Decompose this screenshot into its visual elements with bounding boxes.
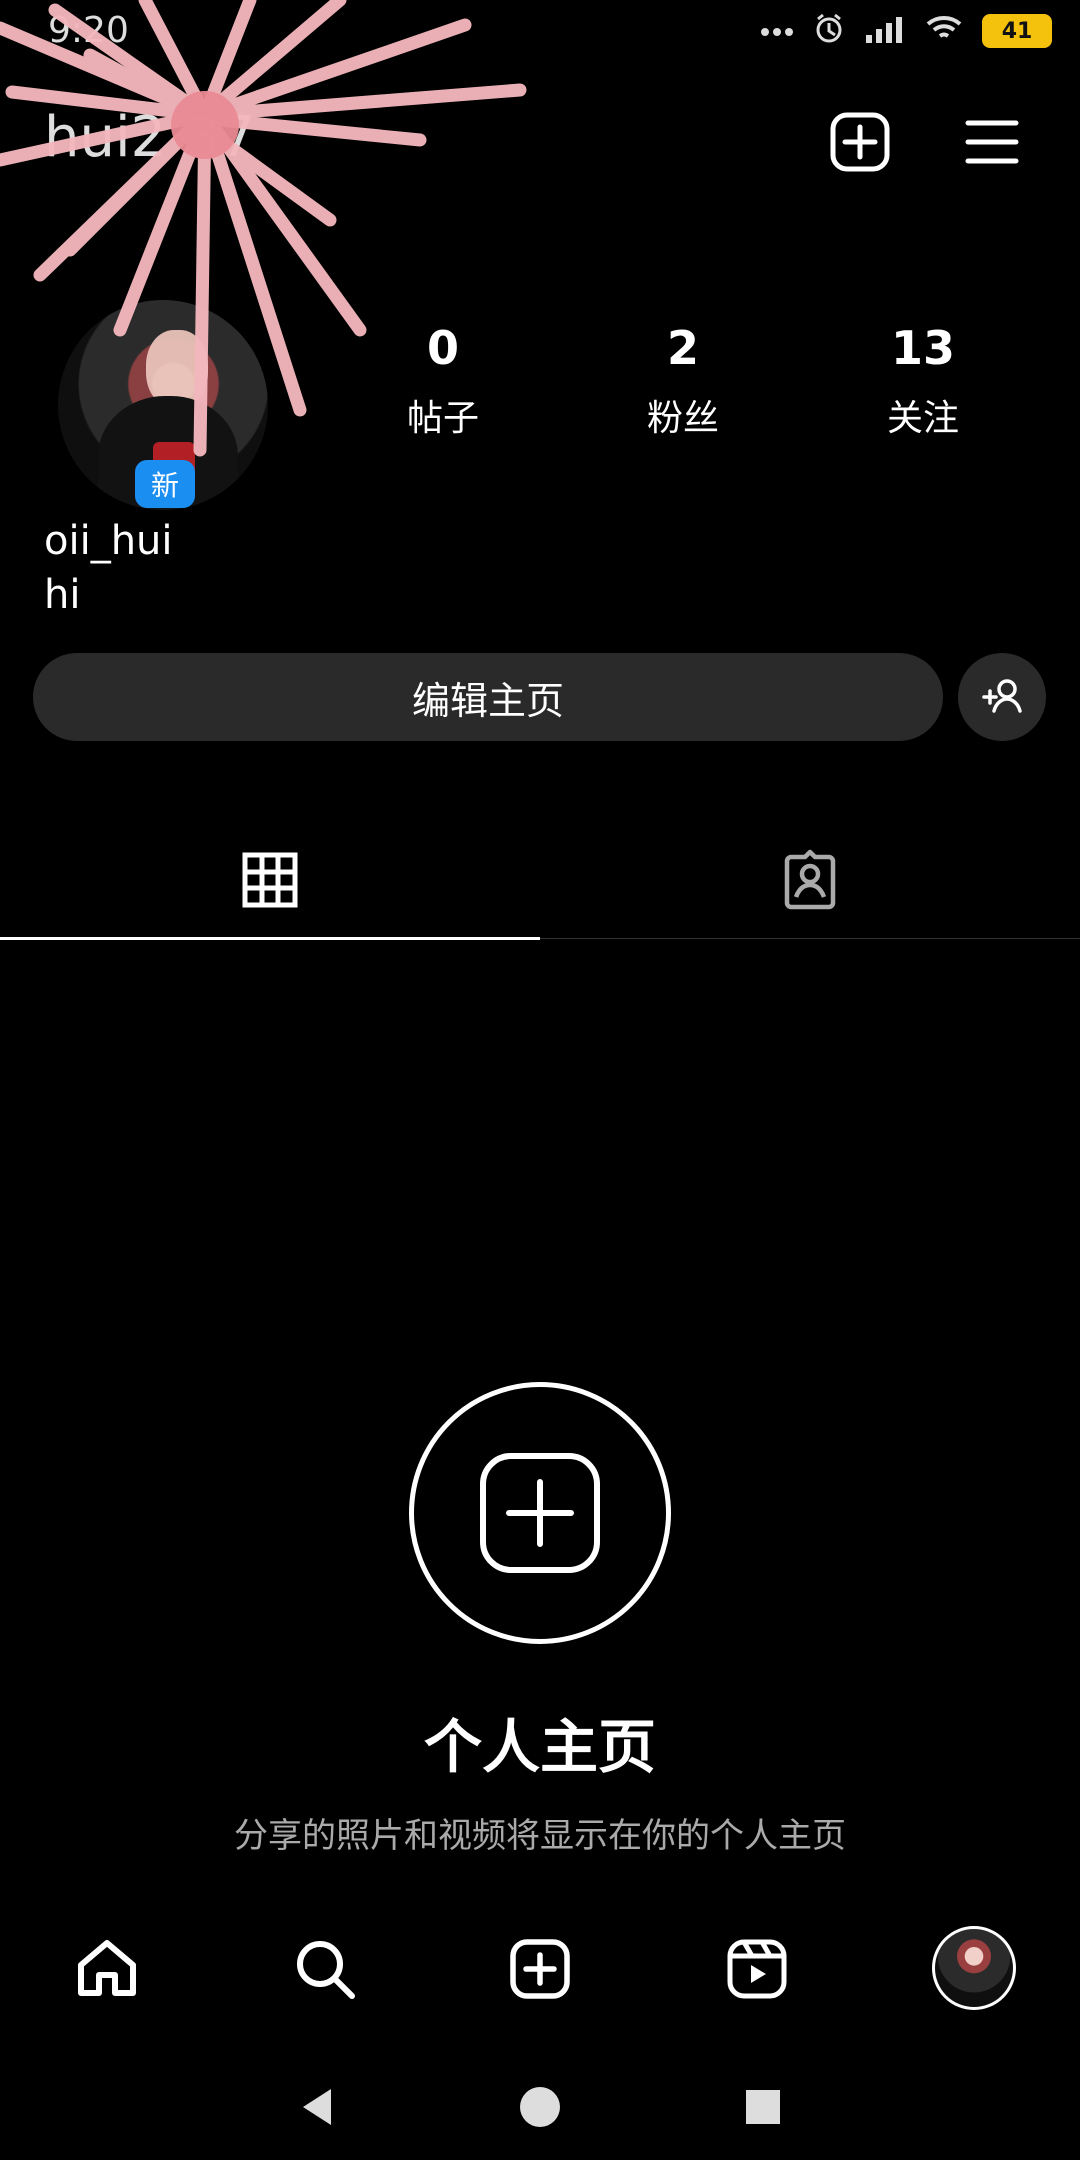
bio-text: hi: [44, 572, 81, 618]
battery-level: 41: [1001, 18, 1033, 44]
home-button[interactable]: [66, 1928, 148, 2010]
system-back-button[interactable]: [287, 2077, 347, 2137]
stat-posts[interactable]: 0 帖子: [343, 325, 543, 441]
profile-username: hui2 37: [44, 105, 256, 170]
display-name: oii_hui: [44, 518, 173, 564]
signal-icon: [864, 13, 906, 49]
reels-button[interactable]: [716, 1928, 798, 2010]
active-tab-indicator: [0, 937, 540, 940]
empty-state-create-button[interactable]: [409, 1382, 671, 1644]
create-button[interactable]: [499, 1928, 581, 2010]
stat-following-label: 关注: [886, 398, 959, 439]
more-notifications-icon: [760, 22, 794, 41]
empty-state-title: 个人主页: [423, 1713, 656, 1781]
add-person-icon: [982, 679, 1022, 713]
alarm-icon: [812, 12, 846, 50]
system-recent-apps-button[interactable]: [733, 2077, 793, 2137]
tab-divider: [540, 938, 1080, 939]
edit-profile-button[interactable]: 编辑主页: [33, 653, 943, 741]
tagged-person-icon: [784, 849, 836, 910]
menu-icon: [965, 120, 1019, 164]
menu-button[interactable]: [960, 110, 1024, 174]
stat-following[interactable]: 13 关注: [823, 325, 1023, 441]
search-button[interactable]: [284, 1928, 366, 2010]
tab-tagged[interactable]: [540, 820, 1080, 940]
stat-followers[interactable]: 2 粉丝: [583, 325, 783, 441]
create-post-button[interactable]: [828, 110, 892, 174]
reels-icon: [727, 1939, 787, 1999]
create-icon: [510, 1939, 570, 1999]
stat-following-value: 13: [890, 321, 955, 375]
empty-state-description: 分享的照片和视频将显示在你的个人主页: [234, 1816, 846, 1856]
status-time: 9:20: [48, 10, 129, 51]
profile-tab-avatar[interactable]: [932, 1926, 1016, 2010]
tab-posts-grid[interactable]: [0, 820, 540, 940]
stat-posts-label: 帖子: [406, 398, 479, 439]
grid-icon: [242, 852, 298, 908]
stat-posts-value: 0: [426, 321, 459, 375]
create-icon: [830, 112, 890, 172]
home-icon: [78, 1940, 136, 1996]
back-icon: [303, 2089, 331, 2125]
stat-followers-value: 2: [666, 321, 699, 375]
new-badge: 新: [135, 460, 195, 508]
home-circle-icon: [520, 2087, 560, 2127]
create-icon: [480, 1453, 600, 1573]
wifi-icon: [924, 14, 964, 48]
status-bar: 9:20 41: [0, 0, 1080, 70]
status-icons: 41: [760, 12, 1052, 50]
stat-followers-label: 粉丝: [646, 398, 719, 439]
recent-apps-icon: [746, 2090, 780, 2124]
system-home-button[interactable]: [510, 2077, 570, 2137]
battery-icon: 41: [982, 14, 1052, 48]
search-icon: [297, 1941, 355, 1999]
add-friend-button[interactable]: [958, 653, 1046, 741]
